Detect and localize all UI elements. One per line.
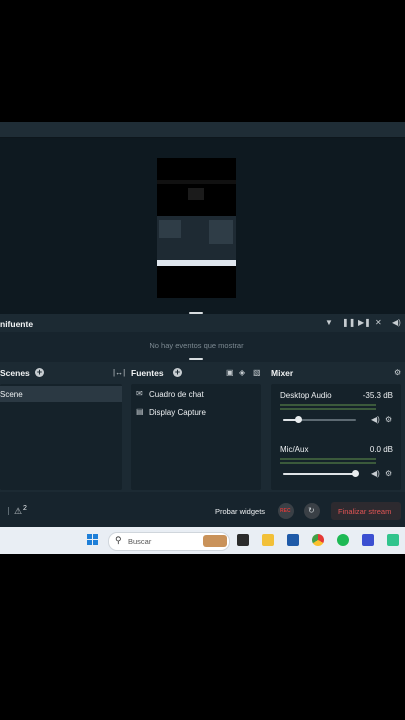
monitor-icon: ▤ [136, 407, 144, 416]
test-widgets-button[interactable]: Probar widgets [215, 507, 265, 516]
end-stream-label: Finalizar stream [338, 507, 392, 516]
mixer-panel: Desktop Audio -35.3 dB ◀) ⚙ Mic/Aux 0.0 … [271, 384, 401, 490]
audio-meter [280, 408, 376, 410]
task-view-icon[interactable] [237, 534, 249, 546]
speaker-icon[interactable]: ◀) [371, 415, 380, 425]
search-placeholder: Buscar [128, 537, 152, 546]
volume-slider-knob[interactable] [295, 416, 302, 423]
mixer-channel-name: Desktop Audio [280, 391, 332, 400]
chat-icon: ✉ [136, 389, 143, 398]
scene-transitions-icon[interactable]: |↔| [113, 368, 125, 378]
speaker-icon[interactable]: ◀) [371, 469, 380, 479]
volume-slider-knob[interactable] [352, 470, 359, 477]
scenes-title: Scenes [0, 368, 30, 378]
mixer-channel-level: -35.3 dB [362, 391, 393, 400]
sources-title: Fuentes [131, 368, 164, 378]
taskbar-search-box[interactable]: ⚲ Buscar [108, 532, 230, 551]
top-toolbar-strip [0, 122, 405, 138]
audio-meter [280, 458, 376, 460]
windows-taskbar: ⚲ Buscar [0, 527, 405, 554]
pause-icon[interactable]: ❚❚ [342, 318, 355, 328]
replay-icon: ↻ [308, 506, 315, 515]
add-source-icon[interactable]: + [173, 368, 182, 377]
source-settings-icon[interactable]: ▣ [226, 368, 234, 378]
source-item-label: Cuadro de chat [149, 390, 204, 399]
spotify-icon[interactable] [337, 534, 349, 546]
search-highlight-image [203, 535, 227, 547]
file-explorer-icon[interactable] [262, 534, 274, 546]
mute-alerts-icon[interactable]: ✕ [375, 318, 382, 328]
performance-warning-icon[interactable]: ⚠ [14, 506, 22, 516]
replay-buffer-button[interactable]: ↻ [304, 503, 320, 519]
events-list: No hay eventos que mostrar [0, 332, 405, 362]
end-stream-button[interactable]: Finalizar stream [331, 502, 401, 520]
volume-icon[interactable]: ◀) [392, 318, 401, 328]
stream-preview [0, 138, 405, 314]
scenes-list: Scene [0, 384, 122, 490]
notification-count: 2 [23, 505, 27, 512]
preview-canvas[interactable] [157, 158, 236, 298]
events-title: nifuente [0, 319, 34, 329]
app-icon[interactable] [362, 534, 374, 546]
bottom-bar: ⚠ 2 Probar widgets REC ↻ Finalizar strea… [0, 492, 405, 527]
scene-item[interactable]: Scene [0, 386, 122, 402]
streamlabs-icon[interactable] [387, 534, 399, 546]
volume-slider-fill [283, 473, 356, 475]
record-label: REC [280, 508, 291, 514]
add-scene-icon[interactable]: + [35, 368, 44, 377]
record-button[interactable]: REC [278, 503, 294, 519]
skip-icon[interactable]: ▶❚ [358, 318, 371, 328]
divider [8, 507, 9, 515]
scene-item-label: Scene [0, 390, 23, 399]
source-item-label: Display Capture [149, 408, 206, 417]
source-filter-icon[interactable]: ◈ [239, 368, 245, 378]
mixer-channel-name: Mic/Aux [280, 445, 309, 454]
add-folder-icon[interactable]: ▧ [253, 368, 261, 378]
mixer-settings-icon[interactable]: ⚙ [394, 368, 401, 378]
audio-meter [280, 462, 376, 464]
mixer-channel-level: 0.0 dB [369, 445, 393, 454]
channel-settings-icon[interactable]: ⚙ [385, 415, 392, 425]
audio-meter [280, 404, 376, 406]
events-empty-text: No hay eventos que mostrar [149, 341, 244, 350]
channel-settings-icon[interactable]: ⚙ [385, 469, 392, 479]
editor-panels: Scenes + |↔| Scene Fuentes + ▣ ◈ ▧ ✉ Cua… [0, 362, 405, 492]
events-header: nifuente ▼ ❚❚ ▶❚ ✕ ◀) [0, 314, 405, 332]
sources-list: ✉ Cuadro de chat ▤ Display Capture [131, 384, 261, 490]
windows-start-icon[interactable] [87, 534, 99, 546]
store-icon[interactable] [287, 534, 299, 546]
filter-icon[interactable]: ▼ [325, 318, 333, 328]
mixer-title: Mixer [271, 368, 294, 378]
chrome-icon[interactable] [312, 534, 324, 546]
events-resize-handle[interactable] [189, 358, 203, 360]
source-item[interactable]: ▤ Display Capture [131, 404, 261, 420]
search-icon: ⚲ [115, 535, 122, 545]
streamlabs-app: nifuente ▼ ❚❚ ▶❚ ✕ ◀) No hay eventos que… [0, 122, 405, 527]
source-item[interactable]: ✉ Cuadro de chat [131, 386, 261, 402]
